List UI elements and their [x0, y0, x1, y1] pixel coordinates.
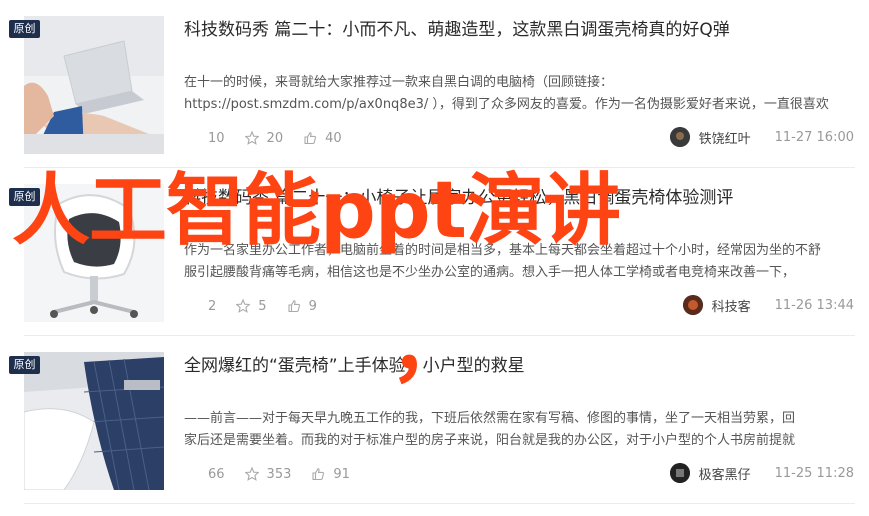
article-thumbnail[interactable] [24, 352, 164, 490]
like-count[interactable]: 40 [303, 131, 342, 146]
article-stats: 2 5 9 [184, 297, 337, 315]
like-count[interactable]: 9 [287, 299, 317, 314]
summary-line: 家后还是需要坐着。而我的对于标准户型的房子来说，阳台就是我的办公区，对于小户型的… [184, 433, 796, 448]
author-avatar[interactable] [669, 127, 690, 147]
publish-time: 11-26 13:44 [774, 297, 854, 313]
favorite-count[interactable]: 5 [236, 299, 267, 314]
desk-photo [24, 352, 164, 490]
like-count[interactable]: 91 [311, 467, 350, 482]
article-stats: 10 20 40 [184, 129, 362, 147]
article-stats: 66 353 91 [184, 465, 370, 483]
publish-time: 11-27 16:00 [774, 129, 854, 145]
favorite-count[interactable]: 20 [244, 131, 283, 146]
article-feed: 原创 科技数码秀 篇二十：小而不凡、萌趣造型，这款黑白调蛋壳椅真的好Q弹 在十一… [0, 0, 869, 516]
star-icon [244, 131, 259, 145]
star-icon [236, 299, 251, 313]
author-avatar[interactable] [682, 295, 703, 315]
overlay-watermark-text: 人工智能ppt演讲 [12, 166, 621, 256]
comment-count[interactable]: 2 [208, 299, 216, 314]
author-name[interactable]: 铁饶红叶 [699, 128, 751, 147]
article-title[interactable]: 全网爆红的“蛋壳椅”上手体验，小户型的救星 [184, 351, 525, 376]
author-name[interactable]: 科技客 [712, 296, 751, 315]
article-title[interactable]: 科技数码秀 篇二十：小而不凡、萌趣造型，这款黑白调蛋壳椅真的好Q弹 [184, 15, 730, 40]
comment-count[interactable]: 66 [208, 467, 225, 482]
thumbs-up-icon [287, 299, 301, 313]
summary-line: 服引起腰酸背痛等毛病，相信这也是不少坐办公室的通病。想入手一把人体工学椅或者电竞… [184, 265, 796, 280]
article-card[interactable]: 原创 科技数码秀 篇二十：小而不凡、萌趣造型，这款黑白调蛋壳椅真的好Q弹 在十一… [0, 0, 869, 168]
star-icon [244, 467, 259, 481]
favorite-count[interactable]: 353 [244, 467, 291, 482]
laptop-photo [24, 16, 164, 154]
summary-line: ——前言——对于每天早九晚五工作的我，下班后依然需在家有写稿、修图的事情，坐了一… [184, 411, 796, 426]
summary-line: https://post.smzdm.com/p/ax0nq8e3/ ），得到了… [184, 97, 829, 112]
publish-time: 11-25 11:28 [774, 465, 854, 481]
comment-count[interactable]: 10 [208, 131, 225, 146]
article-meta: 铁饶红叶 11-27 16:00 [669, 127, 854, 147]
overlay-comma: ， [390, 303, 469, 393]
divider [24, 503, 855, 504]
thumbs-up-icon [311, 467, 325, 481]
article-meta: 科技客 11-26 13:44 [682, 295, 854, 315]
original-badge: 原创 [9, 356, 40, 374]
thumbs-up-icon [303, 131, 317, 145]
article-summary: ——前言——对于每天早九晚五工作的我，下班后依然需在家有写稿、修图的事情，坐了一… [184, 408, 854, 452]
article-meta: 极客黑仔 11-25 11:28 [669, 463, 854, 483]
original-badge: 原创 [9, 20, 40, 38]
article-thumbnail[interactable] [24, 16, 164, 154]
summary-line: 在十一的时候，来哥就给大家推荐过一款来自黑白调的电脑椅（回顾链接： [184, 75, 614, 90]
author-avatar[interactable] [669, 463, 690, 483]
author-name[interactable]: 极客黑仔 [699, 464, 751, 483]
article-summary: 在十一的时候，来哥就给大家推荐过一款来自黑白调的电脑椅（回顾链接： https:… [184, 72, 854, 116]
